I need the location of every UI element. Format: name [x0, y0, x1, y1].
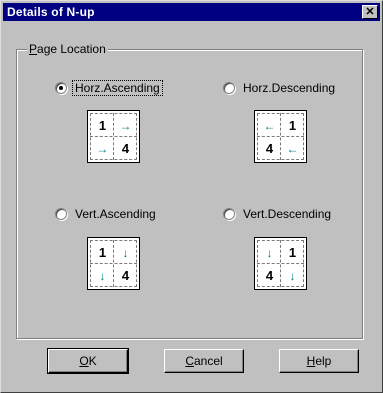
layout-preview-vert-ascending: 1 ↓ ↓ 4	[87, 237, 140, 290]
help-button[interactable]: Help	[279, 349, 359, 373]
radio-horz-descending[interactable]: Horz.Descending	[223, 80, 337, 96]
window-title: Details of N-up	[7, 5, 95, 19]
radio-button[interactable]	[55, 208, 67, 220]
radio-label: Vert.Ascending	[75, 207, 156, 221]
down-arrow-icon: ↓	[99, 268, 106, 283]
page-number-4: 4	[265, 268, 274, 283]
radio-vert-ascending[interactable]: Vert.Ascending	[55, 206, 158, 222]
radio-vert-descending[interactable]: Vert.Descending	[223, 206, 333, 222]
radio-button-checked[interactable]	[55, 82, 67, 94]
page-number-4: 4	[121, 268, 130, 283]
radio-button[interactable]	[223, 82, 235, 94]
right-arrow-icon: →	[119, 118, 132, 133]
right-arrow-icon: →	[96, 141, 109, 156]
page-location-label: Page Location	[27, 42, 108, 56]
radio-button[interactable]	[223, 208, 235, 220]
cancel-button[interactable]: Cancel	[164, 349, 244, 373]
page-number-1: 1	[288, 118, 297, 133]
close-icon[interactable]: ✕	[362, 5, 378, 19]
ok-button[interactable]: OK	[47, 348, 129, 374]
page-number-1: 1	[288, 245, 297, 260]
down-arrow-icon: ↓	[266, 245, 273, 260]
layout-preview-horz-ascending: 1 → → 4	[87, 110, 140, 163]
down-arrow-icon: ↓	[122, 245, 129, 260]
page-number-1: 1	[98, 118, 107, 133]
radio-label: Horz.Ascending	[72, 80, 163, 96]
radio-label: Vert.Descending	[243, 207, 332, 221]
radio-label: Horz.Descending	[243, 81, 336, 95]
radio-horz-ascending[interactable]: Horz.Ascending	[55, 80, 163, 96]
left-arrow-icon: ←	[263, 118, 276, 133]
layout-preview-horz-descending: ← 1 4 ←	[254, 110, 307, 163]
details-dialog: Details of N-up ✕ Page Location Horz.Asc…	[0, 0, 383, 393]
page-number-4: 4	[265, 141, 274, 156]
layout-preview-vert-descending: ↓ 1 4 ↓	[254, 237, 307, 290]
down-arrow-icon: ↓	[289, 268, 296, 283]
title-bar[interactable]: Details of N-up ✕	[3, 3, 380, 21]
page-number-1: 1	[98, 245, 107, 260]
left-arrow-icon: ←	[286, 141, 299, 156]
page-number-4: 4	[121, 141, 130, 156]
